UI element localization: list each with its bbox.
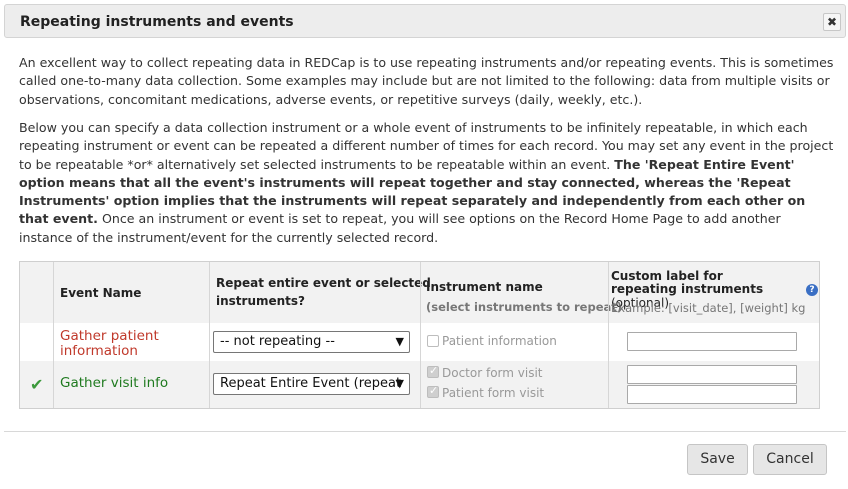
column-divider: [209, 262, 210, 408]
intro-paragraph-1: An excellent way to collect repeating da…: [19, 55, 834, 107]
repeat-select-value: Repeat Entire Event (repeat: [220, 376, 402, 391]
header-event-name: Event Name: [60, 286, 142, 300]
help-icon[interactable]: ?: [806, 284, 818, 296]
custom-label-input[interactable]: [627, 385, 797, 404]
close-icon[interactable]: ✖: [823, 13, 841, 31]
instrument-label: Patient form visit: [442, 386, 545, 400]
header-custom-label: repeating instruments: [611, 282, 764, 296]
dialog-titlebar: Repeating instruments and events ✖: [4, 4, 846, 38]
save-button[interactable]: Save: [687, 444, 748, 475]
column-divider: [608, 262, 609, 408]
intro-paragraph-2: Below you can specify a data collection …: [19, 119, 837, 247]
repeat-select-gather-patient[interactable]: -- not repeating -- ▼: [213, 331, 410, 353]
checkbox-patient-information[interactable]: [427, 335, 439, 347]
header-custom-line1: Custom label for: [611, 269, 723, 283]
event-name-line2: information: [60, 343, 138, 359]
header-repeat-line2: instruments?: [216, 294, 306, 308]
header-custom-example: Example: [visit_date], [weight] kg: [611, 301, 806, 315]
column-divider: [420, 262, 421, 408]
instrument-label: Patient information: [442, 334, 557, 348]
event-name-line1: Gather patient: [60, 328, 159, 344]
cancel-button[interactable]: Cancel: [753, 444, 827, 475]
event-name-gather-patient: Gather patient information: [60, 329, 159, 359]
repeat-select-value: -- not repeating --: [220, 334, 335, 349]
repeating-table: Event Name Repeat entire event or select…: [19, 261, 820, 409]
chevron-down-icon: ▼: [395, 377, 404, 390]
event-name-gather-visit: Gather visit info: [60, 375, 169, 391]
checkbox-patient-form-visit[interactable]: [427, 384, 439, 398]
intro-paragraph-2-text-b: Once an instrument or event is set to re…: [19, 211, 781, 245]
repeating-dialog: Repeating instruments and events ✖ An ex…: [4, 2, 846, 487]
dialog-title: Repeating instruments and events: [20, 14, 294, 30]
chevron-down-icon: ▼: [395, 335, 404, 348]
header-repeat-line1: Repeat entire event or selected: [216, 276, 431, 290]
header-instrument-sub: (select instruments to repeat): [426, 300, 623, 314]
header-instrument-name: Instrument name: [426, 280, 543, 294]
instrument-label: Doctor form visit: [442, 366, 543, 380]
footer-divider: [4, 431, 846, 432]
checkbox-doctor-form-visit[interactable]: [427, 364, 439, 378]
column-divider: [53, 262, 54, 408]
custom-label-input[interactable]: [627, 365, 797, 384]
custom-label-input[interactable]: [627, 332, 797, 351]
repeat-select-gather-visit[interactable]: Repeat Entire Event (repeat ▼: [213, 373, 410, 395]
checkmark-icon: ✔: [30, 375, 44, 394]
